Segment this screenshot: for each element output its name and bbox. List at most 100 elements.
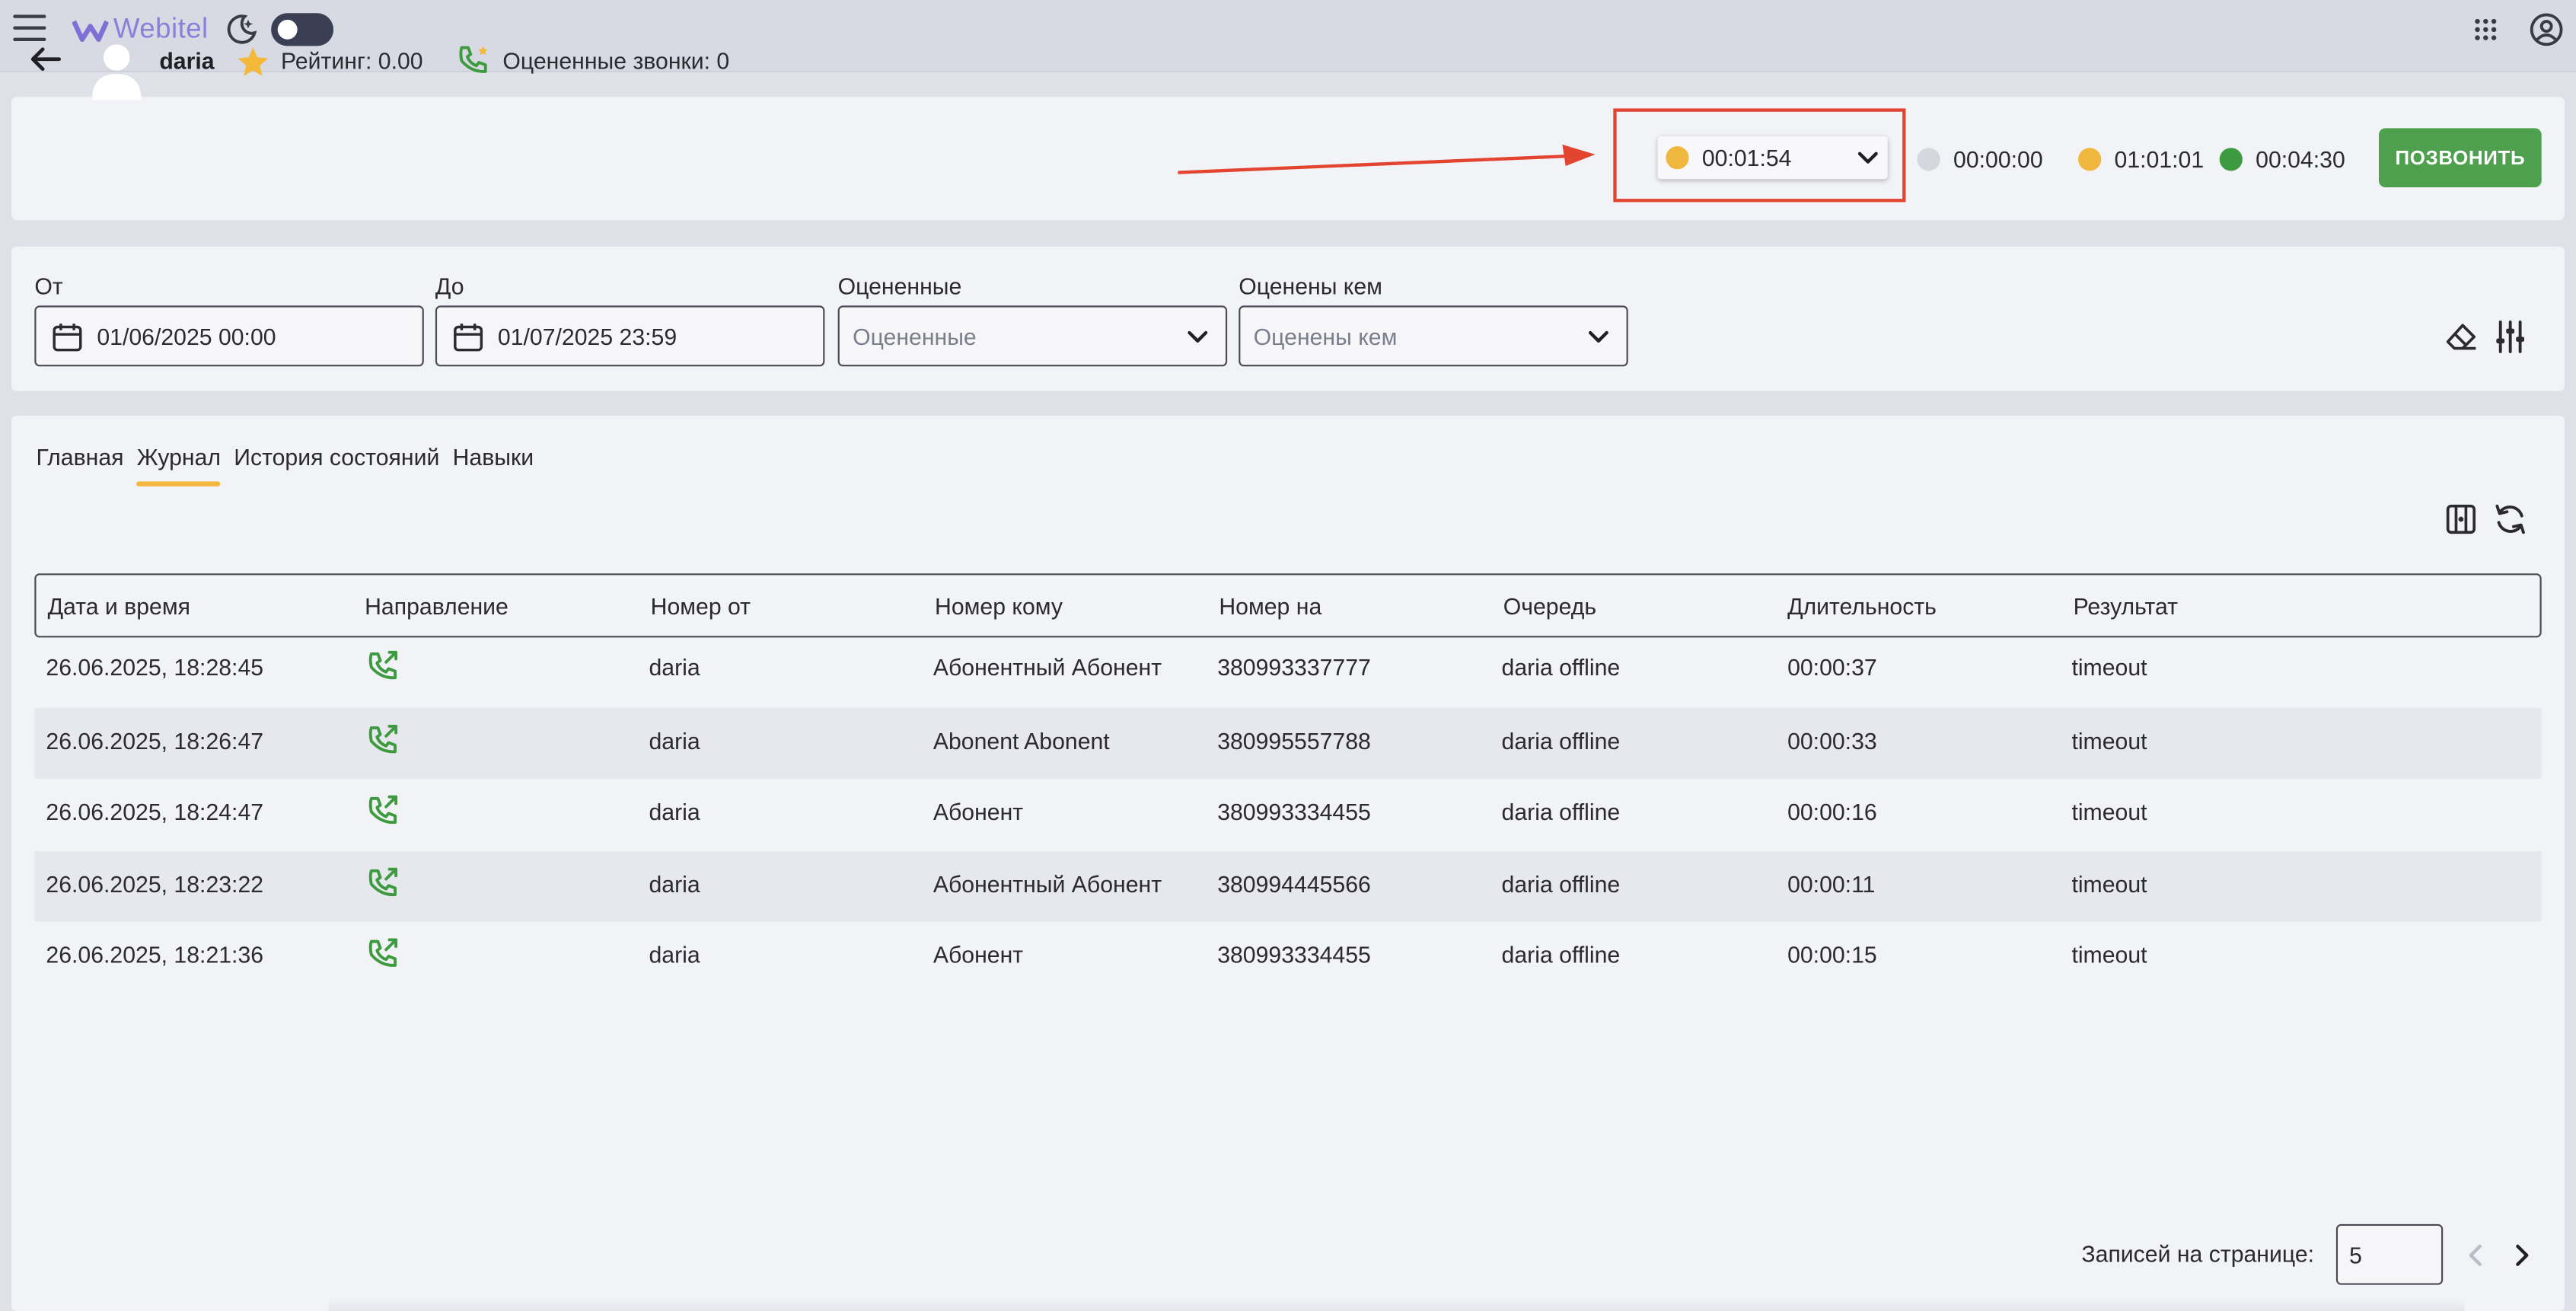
filter-rated-label: Оцененные (837, 273, 962, 299)
cell-duration: 00:00:11 (1787, 870, 1876, 898)
eraser-icon[interactable] (2444, 321, 2477, 353)
tabs-bar: Главная Журнал История состояний Навыки (36, 444, 547, 486)
cell-result: timeout (2071, 798, 2147, 825)
hamburger-menu-icon[interactable] (13, 14, 46, 44)
column-header-from[interactable]: Номер от (651, 593, 751, 620)
table-row[interactable]: 26.06.2025, 18:23:22 daria Абонентный Аб… (34, 850, 2542, 922)
timer-online-value: 00:04:30 (2256, 146, 2345, 173)
column-header-queue[interactable]: Очередь (1503, 593, 1596, 620)
calendar-icon (53, 324, 82, 352)
cell-from: daria (649, 798, 700, 825)
cell-from: daria (649, 870, 700, 898)
filter-to-input[interactable]: 01/07/2025 23:59 (435, 305, 825, 367)
chevron-down-icon (1188, 330, 1208, 343)
column-header-duration[interactable]: Длительность (1787, 593, 1937, 620)
table-row[interactable]: 26.06.2025, 18:24:47 daria Абонент 38099… (34, 779, 2541, 850)
cell-from: daria (649, 653, 700, 681)
back-arrow-icon[interactable] (28, 46, 61, 72)
chevron-down-icon (1588, 330, 1608, 343)
chevron-down-icon (1857, 152, 1878, 164)
tab-skills[interactable]: Навыки (453, 444, 534, 470)
tab-main[interactable]: Главная (36, 444, 123, 470)
apps-grid-icon[interactable] (2474, 18, 2497, 41)
tab-journal[interactable]: Журнал (136, 444, 222, 486)
filter-rated-by-select[interactable]: Оценены кем (1239, 305, 1628, 367)
column-header-to[interactable]: Номер кому (935, 593, 1063, 620)
column-header-result[interactable]: Результат (2074, 593, 2178, 620)
cell-duration: 00:00:33 (1787, 728, 1877, 754)
chevron-left-icon[interactable] (2464, 1242, 2487, 1269)
filter-to-label: До (435, 273, 464, 299)
toggle-knob (277, 19, 298, 40)
filter-to-value: 01/07/2025 23:59 (497, 324, 677, 350)
outbound-call-icon (368, 867, 398, 897)
cell-datetime: 26.06.2025, 18:24:47 (46, 798, 264, 825)
timer-online: 00:04:30 (2219, 146, 2345, 173)
agent-name: daria (159, 47, 215, 75)
timer-pause: 01:01:01 (2078, 146, 2204, 173)
column-header-datetime[interactable]: Дата и время (48, 593, 190, 620)
filter-from-input[interactable]: 01/06/2025 00:00 (34, 305, 424, 367)
cell-result: timeout (2071, 653, 2147, 681)
timer-pause-value: 01:01:01 (2114, 146, 2205, 173)
cell-number: 380993334455 (1217, 941, 1371, 968)
table-row[interactable]: 26.06.2025, 18:26:47 daria Abonent Abone… (34, 708, 2542, 779)
refresh-icon[interactable] (2492, 501, 2528, 537)
bottom-shadow (328, 1297, 2465, 1311)
cell-duration: 00:00:37 (1787, 653, 1877, 681)
page-size-label: Записей на странице: (2081, 1240, 2315, 1267)
outbound-call-icon (368, 938, 398, 967)
cell-datetime: 26.06.2025, 18:28:45 (46, 653, 264, 681)
chevron-right-icon[interactable] (2511, 1242, 2533, 1269)
timer-idle: 00:00:00 (1917, 146, 2043, 173)
timer-dot-green (2219, 148, 2243, 171)
cell-datetime: 26.06.2025, 18:21:36 (46, 941, 264, 968)
cell-result: timeout (2071, 728, 2147, 754)
cell-from: daria (649, 941, 700, 968)
cell-datetime: 26.06.2025, 18:23:22 (46, 870, 264, 898)
table-header: Дата и время Направление Номер от Номер … (34, 573, 2542, 638)
avatar (91, 44, 142, 100)
cell-from: daria (649, 728, 700, 754)
status-time: 00:01:54 (1701, 144, 1792, 171)
cell-to: Абонент (933, 941, 1024, 968)
cell-queue: daria offline (1501, 653, 1621, 681)
filter-from-value: 01/06/2025 00:00 (97, 324, 276, 350)
star-icon (238, 47, 269, 76)
outbound-call-icon (368, 650, 398, 680)
cell-number: 380993334455 (1217, 798, 1371, 825)
rating-text: Рейтинг: 0.00 (281, 47, 423, 75)
filter-rated-placeholder: Оцененные (853, 324, 977, 350)
tab-state-history[interactable]: История состояний (234, 444, 439, 470)
timer-dot-yellow (2078, 148, 2102, 171)
call-button[interactable]: ПОЗВОНИТЬ (2379, 128, 2542, 188)
filter-rated-by-placeholder: Оценены кем (1253, 324, 1398, 350)
status-select[interactable]: 00:01:54 (1657, 136, 1888, 180)
account-circle-icon[interactable] (2528, 11, 2564, 47)
cell-number: 380995557788 (1217, 728, 1371, 754)
cell-queue: daria offline (1501, 870, 1621, 898)
filter-settings-icon[interactable] (2494, 319, 2527, 355)
rated-calls-icon (459, 46, 488, 73)
cell-result: timeout (2071, 870, 2147, 898)
column-header-number[interactable]: Номер на (1219, 593, 1321, 620)
timer-idle-value: 00:00:00 (1953, 146, 2043, 173)
cell-datetime: 26.06.2025, 18:26:47 (46, 728, 264, 754)
theme-toggle[interactable] (271, 13, 334, 46)
cell-result: timeout (2071, 941, 2147, 968)
table-row[interactable]: 26.06.2025, 18:21:36 daria Абонент 38099… (34, 922, 2541, 993)
cell-to: Абонентный Абонент (933, 653, 1162, 681)
cell-to: Абонентный Абонент (933, 870, 1162, 898)
cell-duration: 00:00:16 (1787, 798, 1877, 825)
table-row[interactable]: 26.06.2025, 18:28:45 daria Абонентный Аб… (34, 634, 2541, 705)
filter-rated-select[interactable]: Оцененные (837, 305, 1228, 367)
cell-to: Abonent Abonent (933, 728, 1110, 754)
app-root: Webitel daria Рейтинг: 0.00 Оцененные зв… (0, 0, 2576, 1311)
timer-dot-gray (1917, 148, 1940, 171)
column-settings-icon[interactable] (2444, 502, 2477, 535)
cell-queue: daria offline (1501, 798, 1621, 825)
cell-queue: daria offline (1501, 941, 1621, 968)
page-size-input[interactable]: 5 (2335, 1223, 2444, 1285)
filter-rated-by-label: Оценены кем (1239, 273, 1382, 299)
column-header-direction[interactable]: Направление (365, 593, 509, 620)
